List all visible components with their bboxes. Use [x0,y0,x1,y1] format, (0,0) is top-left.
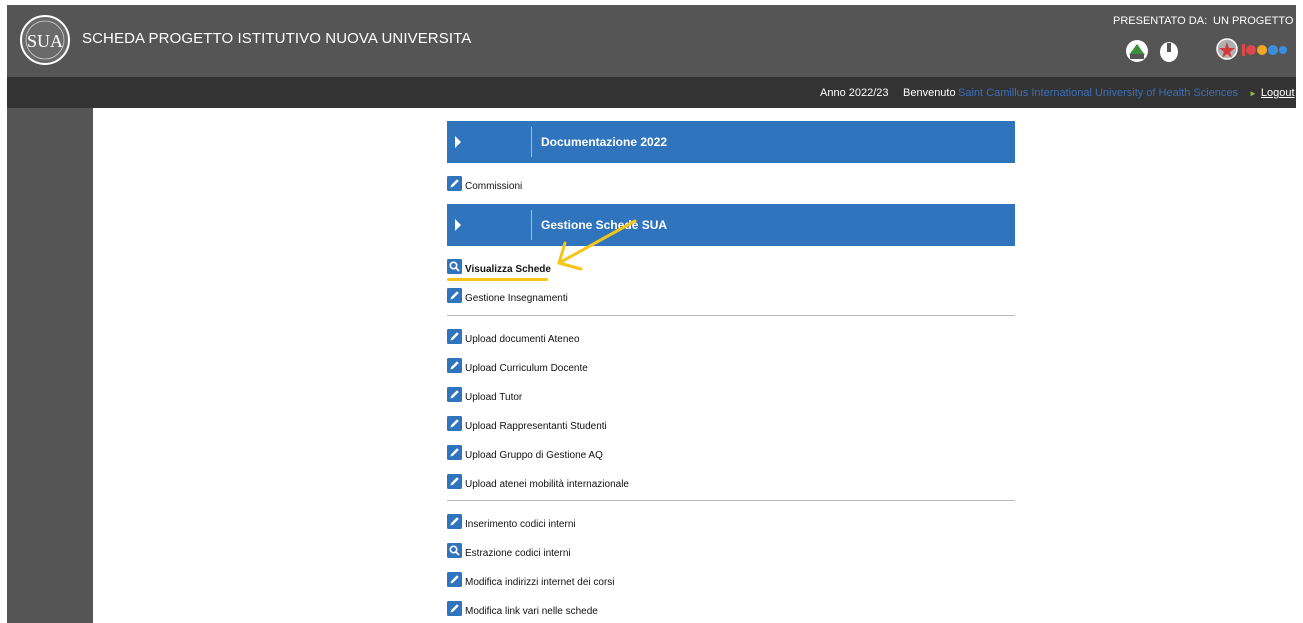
university-name: Saint Camillus International University … [958,87,1239,99]
menu-item-upload-curriculum-docente[interactable]: Upload Curriculum Docente [447,358,588,378]
section-documentazione[interactable]: Documentazione 2022 [447,121,1015,163]
menu-item-modifica-indirizzi-internet[interactable]: Modifica indirizzi internet dei corsi [447,572,615,592]
menu-label: Commissioni [465,180,523,192]
edit-icon [447,572,462,587]
menu-label: Upload Curriculum Docente [465,362,588,374]
menu-label: Upload Gruppo di Gestione AQ [465,449,603,461]
presented-by-label: PRESENTATO DA: [1113,15,1208,27]
menu-label: Upload documenti Ateneo [465,333,580,345]
app-title: SCHEDA PROGETTO ISTITUTIVO NUOVA UNIVERS… [82,30,472,47]
menu-item-commissioni[interactable]: Commissioni [447,176,522,196]
arrow-right-icon: ► [1249,89,1257,98]
menu-label: Upload atenei mobilità internazionale [465,478,629,490]
edit-icon [447,601,462,616]
menu-item-upload-rappresentanti-studenti[interactable]: Upload Rappresentanti Studenti [447,416,607,436]
menu-item-upload-tutor[interactable]: Upload Tutor [447,387,522,407]
menu-item-modifica-link-vari[interactable]: Modifica link vari nelle schede [447,601,598,621]
section-title: Documentazione 2022 [541,135,668,149]
menu-item-upload-gruppo-gestione-aq[interactable]: Upload Gruppo di Gestione AQ [447,445,603,465]
expand-arrow-icon[interactable] [455,219,461,231]
menu-label: Inserimento codici interni [465,518,576,530]
italy-emblem-icon [1216,38,1238,60]
menu-item-inserimento-codici-interni[interactable]: Inserimento codici interni [447,514,576,534]
miur-logo-icon [1242,44,1287,56]
user-bar: Anno 2022/23 Benvenuto Saint Camillus In… [7,77,1296,108]
menu-item-visualizza-schede[interactable]: Visualizza Schede [447,259,551,279]
edit-icon [447,358,462,373]
cineca-logo-icon [1160,42,1178,62]
academic-year: Anno 2022/23 [820,87,889,99]
edit-icon [447,416,462,431]
edit-icon [447,514,462,529]
menu-label: Estrazione codici interni [465,547,571,559]
annotation-arrow-icon [557,219,637,271]
edit-icon [447,176,462,191]
menu-divider [447,315,1015,316]
menu-label: Gestione Insegnamenti [465,292,568,304]
section-divider [531,127,532,157]
project-of-label: UN PROGETTO DI: [1213,15,1296,27]
app-window: SUA SCHEDA PROGETTO ISTITUTIVO NUOVA UNI… [7,5,1296,623]
menu-item-gestione-insegnamenti[interactable]: Gestione Insegnamenti [447,288,568,308]
menu-item-upload-documenti-ateneo[interactable]: Upload documenti Ateneo [447,329,580,349]
menu-label: Upload Tutor [465,391,523,403]
logout-link[interactable]: Logout [1261,87,1295,99]
menu-label: Visualizza Schede [465,263,551,275]
menu-label: Modifica link vari nelle schede [465,605,598,617]
welcome-label: Benvenuto [903,87,956,99]
menu-item-estrazione-codici-interni[interactable]: Estrazione codici interni [447,543,571,563]
sua-logo-icon[interactable]: SUA [19,14,71,66]
search-icon [447,543,462,558]
search-icon [447,259,462,274]
edit-icon [447,474,462,489]
section-gestione-schede[interactable]: Gestione Schede SUA [447,204,1015,246]
logo-text: SUA [27,31,63,51]
edit-icon [447,445,462,460]
menu-divider [447,500,1015,501]
highlight-underline [447,278,548,281]
menu-item-upload-atenei-mobilita[interactable]: Upload atenei mobilità internazionale [447,474,629,494]
menu-label: Modifica indirizzi internet dei corsi [465,576,615,588]
logout-area: ► Logout [1249,87,1295,99]
edit-icon [447,329,462,344]
anvur-logo-icon [1126,40,1148,62]
edit-icon [447,387,462,402]
expand-arrow-icon[interactable] [455,136,461,148]
app-header: SUA SCHEDA PROGETTO ISTITUTIVO NUOVA UNI… [7,5,1296,77]
left-sidebar [7,108,93,623]
menu-label: Upload Rappresentanti Studenti [465,420,607,432]
section-divider [531,210,532,240]
edit-icon [447,288,462,303]
